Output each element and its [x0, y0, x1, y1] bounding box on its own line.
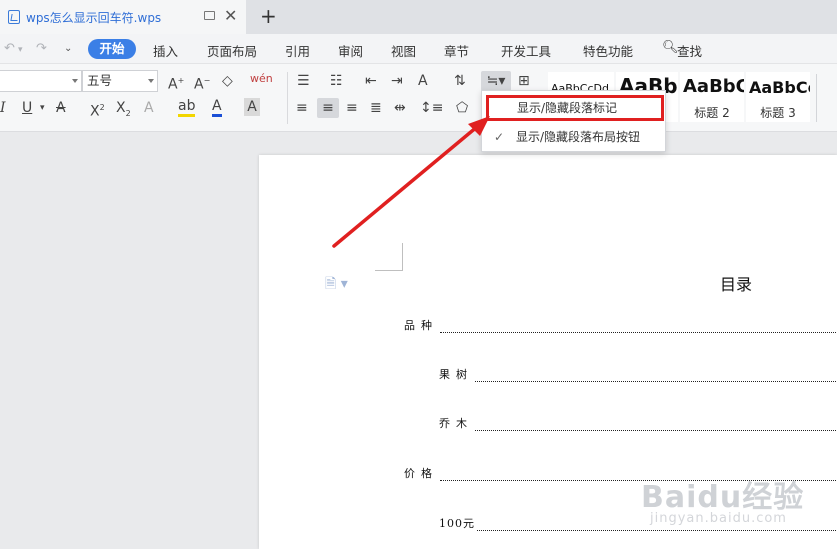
chevron-down-icon: [148, 79, 154, 83]
menu-special[interactable]: 特色功能: [583, 41, 633, 60]
font-size-value: 五号: [87, 73, 113, 88]
shading-fill-icon[interactable]: ⬠: [456, 98, 468, 118]
redo-icon[interactable]: ↷: [36, 41, 47, 56]
bullet-list-icon[interactable]: ☰: [297, 71, 310, 91]
strikethrough-icon[interactable]: A: [56, 98, 66, 118]
undo-dropdown-icon[interactable]: ▾: [18, 45, 23, 55]
clear-format-icon[interactable]: ◇: [222, 71, 233, 91]
toc-entry[interactable]: 品种: [404, 313, 837, 333]
toggle-paragraph-marks-item[interactable]: 显示/隐藏段落标记: [486, 95, 664, 121]
toc-entry[interactable]: 乔木: [439, 411, 837, 431]
close-tab-icon[interactable]: ✕: [224, 6, 237, 26]
pin-icon[interactable]: [204, 11, 215, 20]
toc-leader-dots: [475, 423, 837, 431]
increase-font-icon[interactable]: A+: [168, 71, 184, 95]
toggle-paragraph-layout-button-item[interactable]: ✓ 显示/隐藏段落布局按钮: [482, 125, 665, 149]
justify-icon[interactable]: ≣: [370, 98, 382, 118]
paragraph-marks-dropdown: 显示/隐藏段落标记 ✓ 显示/隐藏段落布局按钮: [481, 90, 666, 152]
checkmark-icon: ✓: [494, 130, 505, 144]
menu-insert[interactable]: 插入: [153, 41, 178, 60]
toc-title: 目录: [720, 275, 753, 294]
customize-quick-access-icon[interactable]: ⌄: [64, 43, 72, 54]
line-spacing-icon[interactable]: ↕≡: [420, 98, 443, 118]
style-heading-3-sample: AaBbCc: [749, 78, 810, 97]
menu-page-layout[interactable]: 页面布局: [207, 41, 257, 60]
baidu-watermark: Baidu经验: [641, 480, 805, 515]
chevron-down-icon[interactable]: ▾: [40, 98, 45, 118]
style-heading-2-label: 标题 2: [694, 106, 730, 120]
toc-entry-text: 100元: [439, 517, 475, 530]
sort-icon[interactable]: ⇅: [454, 71, 466, 91]
text-direction-icon[interactable]: A: [418, 71, 428, 91]
undo-icon[interactable]: ↶: [4, 41, 15, 56]
toc-leader-dots: [475, 374, 837, 382]
align-right-icon[interactable]: ≡: [346, 98, 358, 118]
menu-item-label: 显示/隐藏段落标记: [517, 101, 618, 115]
wps-doc-icon: [8, 10, 20, 24]
paragraph-layout-icon[interactable]: 🗎 ▾: [325, 273, 348, 297]
style-heading-2[interactable]: AaBbC 标题 2: [680, 72, 744, 122]
align-left-icon[interactable]: ≡: [296, 98, 308, 118]
divider: [287, 72, 288, 124]
toc-entry-text: 乔木: [439, 417, 473, 430]
font-size-select[interactable]: 五号: [82, 70, 158, 92]
font-color-icon[interactable]: A: [212, 98, 222, 117]
menu-item-label: 显示/隐藏段落布局按钮: [516, 130, 641, 144]
underline-icon[interactable]: U: [22, 98, 32, 118]
font-name-select[interactable]: [0, 70, 82, 92]
text-effect-icon[interactable]: A: [144, 98, 154, 118]
phonetic-guide-icon[interactable]: wén: [250, 69, 273, 89]
menu-find[interactable]: 查找: [677, 41, 702, 60]
style-heading-2-sample: AaBbC: [683, 76, 744, 97]
baidu-watermark-url: jingyan.baidu.com: [650, 511, 787, 526]
new-tab-button[interactable]: +: [260, 3, 277, 29]
document-tab-title: wps怎么显示回车符.wps: [26, 10, 162, 25]
subscript-icon[interactable]: X2: [116, 98, 131, 124]
italic-icon[interactable]: I: [0, 98, 6, 118]
highlight-icon[interactable]: ab: [178, 98, 196, 117]
decrease-font-icon[interactable]: A−: [194, 71, 210, 95]
menu-start[interactable]: 开始: [88, 39, 136, 59]
align-center-icon[interactable]: ≡: [317, 98, 339, 118]
toc-entry-text: 价格: [404, 467, 438, 480]
distributed-align-icon[interactable]: ⇹: [394, 98, 406, 118]
style-heading-3[interactable]: AaBbCc 标题 3: [746, 72, 810, 122]
paragraph-marks-toggle-icon[interactable]: ≒▾: [481, 71, 511, 91]
numbered-list-icon[interactable]: ☷: [330, 71, 343, 91]
toc-entry-text: 果树: [439, 368, 473, 381]
page-margin-corner-mark: [375, 243, 403, 271]
menu-bar: ↶ ▾ ↷ ⌄ 开始 插入 页面布局 引用 审阅 视图 章节 开发工具 特色功能…: [0, 34, 837, 64]
tab-bar: wps怎么显示回车符.wps ✕ +: [0, 0, 837, 34]
chevron-down-icon: [72, 79, 78, 83]
toc-entry[interactable]: 果树: [439, 362, 837, 382]
character-shading-icon[interactable]: A: [244, 98, 260, 116]
menu-review[interactable]: 审阅: [338, 41, 363, 60]
menu-references[interactable]: 引用: [285, 41, 310, 60]
menu-section[interactable]: 章节: [444, 41, 469, 60]
table-layout-icon[interactable]: ⊞: [518, 71, 530, 91]
divider: [816, 74, 817, 122]
document-tab[interactable]: wps怎么显示回车符.wps ✕: [0, 0, 246, 34]
toc-entry-text: 品种: [404, 319, 438, 332]
menu-view[interactable]: 视图: [391, 41, 416, 60]
increase-indent-icon[interactable]: ⇥: [391, 71, 403, 91]
ribbon: 五号 A+ A− ◇ wén I U ▾ A X2 X2 A ab A A ☰ …: [0, 64, 837, 132]
style-heading-3-label: 标题 3: [760, 106, 796, 120]
decrease-indent-icon[interactable]: ⇤: [365, 71, 377, 91]
superscript-icon[interactable]: X2: [90, 98, 105, 122]
toc-leader-dots: [440, 325, 837, 333]
menu-developer[interactable]: 开发工具: [501, 41, 551, 60]
